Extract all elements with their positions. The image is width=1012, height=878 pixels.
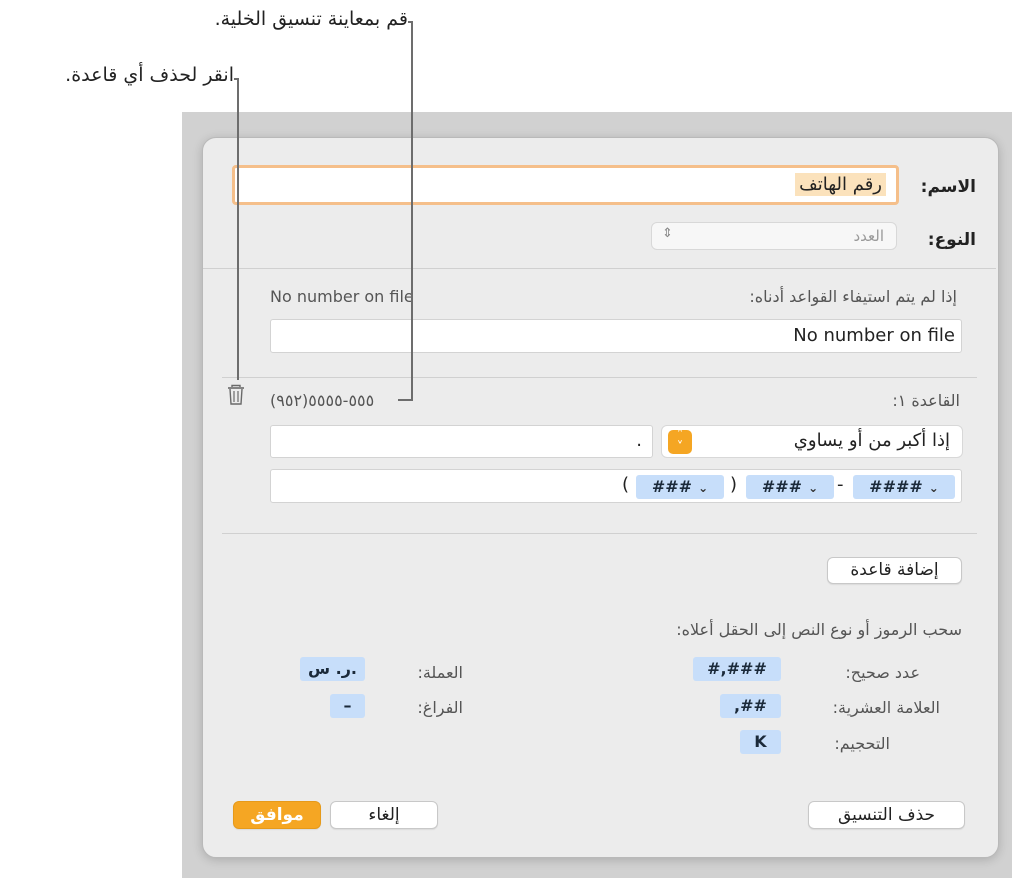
format-token-area[interactable]: ### ⌄ bbox=[636, 475, 724, 499]
format-dash: - bbox=[837, 474, 844, 495]
type-label: النوع: bbox=[927, 230, 976, 250]
scale-label: التحجيم: bbox=[834, 734, 890, 753]
add-rule-button[interactable]: إضافة قاعدة bbox=[827, 557, 962, 584]
cancel-button[interactable]: إلغاء bbox=[330, 801, 438, 829]
fallback-label: إذا لم يتم استيفاء القواعد أدناه: bbox=[749, 287, 957, 306]
token-area-text: ### bbox=[651, 477, 693, 496]
drag-hint: سحب الرموز أو نوع النص إلى الحقل أعلاه: bbox=[676, 620, 962, 639]
currency-token[interactable]: ر. س. bbox=[300, 657, 365, 681]
ok-button[interactable]: موافق bbox=[233, 801, 321, 829]
name-field-value: رقم الهاتف bbox=[795, 173, 886, 196]
fallback-text-field[interactable]: No number on file bbox=[270, 319, 962, 353]
integer-token[interactable]: #,### bbox=[693, 657, 781, 681]
divider bbox=[222, 533, 977, 534]
format-token-prefix[interactable]: ### ⌄ bbox=[746, 475, 834, 499]
trash-icon[interactable] bbox=[226, 383, 246, 407]
integer-label: عدد صحيح: bbox=[845, 663, 920, 682]
fallback-text-value: No number on file bbox=[793, 325, 955, 346]
callout-delete-line bbox=[237, 78, 239, 380]
scale-token[interactable]: K bbox=[740, 730, 781, 754]
decimal-label: العلامة العشرية: bbox=[832, 698, 940, 717]
type-popup-value: العدد bbox=[853, 227, 884, 245]
format-open-paren: ( bbox=[622, 474, 630, 495]
divider bbox=[203, 268, 996, 269]
rule-condition-value: إذا أكبر من أو يساوي bbox=[793, 430, 950, 451]
rule-preview: (٩٥٢)٥٥٥-٥٥٥٥ bbox=[270, 391, 375, 410]
chevron-down-icon: ⌄ bbox=[808, 481, 819, 495]
token-prefix-text: ### bbox=[761, 477, 803, 496]
chevron-updown-icon: ⇕ bbox=[662, 226, 673, 241]
format-close-paren: ) bbox=[730, 474, 738, 495]
rule-value-field[interactable]: . bbox=[270, 425, 653, 458]
format-token-line[interactable]: #### ⌄ bbox=[853, 475, 955, 499]
chevron-down-icon: ⌄ bbox=[698, 481, 709, 495]
decimal-token[interactable]: ,## bbox=[720, 694, 781, 718]
name-field[interactable]: رقم الهاتف bbox=[232, 165, 899, 205]
chevron-updown-icon: ˄ ˅ bbox=[668, 429, 692, 454]
delete-format-button[interactable]: حذف التنسيق bbox=[808, 801, 965, 829]
type-popup[interactable]: ⇕ العدد bbox=[651, 222, 897, 250]
callout-preview-text: قم بمعاينة تنسيق الخلية. bbox=[214, 8, 408, 30]
rule-value-text: . bbox=[636, 430, 642, 451]
divider bbox=[222, 377, 977, 378]
space-token[interactable]: – bbox=[330, 694, 365, 718]
space-label: الفراغ: bbox=[417, 698, 463, 717]
rule-label: القاعدة ١: bbox=[892, 391, 960, 410]
token-line-text: #### bbox=[869, 477, 923, 496]
callout-preview-elbow bbox=[398, 399, 413, 401]
chevron-down-icon: ⌄ bbox=[928, 481, 939, 495]
rule-condition-popup[interactable]: ˄ ˅ إذا أكبر من أو يساوي bbox=[661, 425, 963, 458]
callout-preview-line bbox=[411, 21, 413, 401]
fallback-preview: No number on file bbox=[270, 287, 414, 306]
callout-delete-text: انقر لحذف أي قاعدة. bbox=[65, 64, 234, 86]
name-label: الاسم: bbox=[920, 177, 976, 197]
currency-label: العملة: bbox=[417, 663, 463, 682]
